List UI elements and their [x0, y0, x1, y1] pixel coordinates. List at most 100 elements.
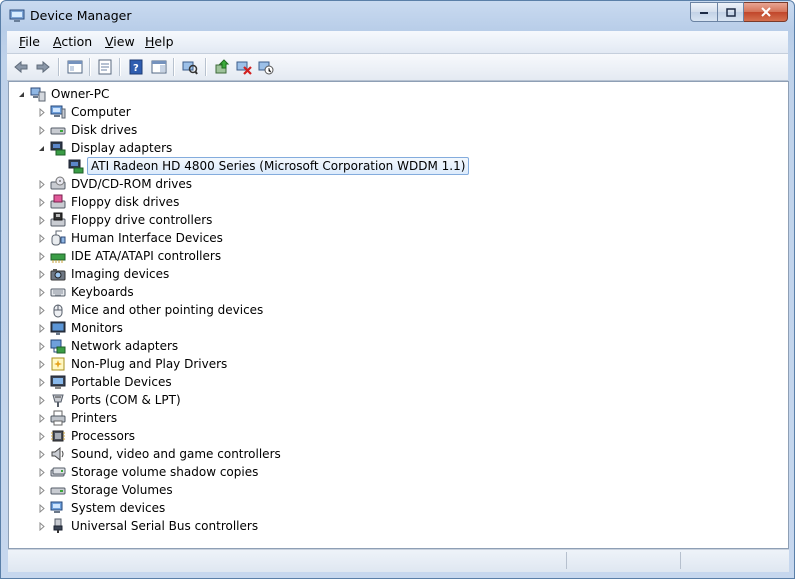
tree-item-storage-volumes[interactable]: Storage Volumes [37, 481, 175, 499]
category-label: Portable Devices [71, 375, 172, 389]
tree-item-display-adapters[interactable]: Display adapters [37, 139, 174, 157]
hid-icon [50, 230, 69, 246]
expand-toggle[interactable] [37, 449, 46, 459]
tree-item-imaging-devices[interactable]: Imaging devices [37, 265, 171, 283]
category-label: Ports (COM & LPT) [71, 393, 181, 407]
tree-item-portable-devices[interactable]: Portable Devices [37, 373, 174, 391]
close-button[interactable] [744, 2, 788, 22]
expand-toggle[interactable] [37, 431, 46, 441]
properties-icon [98, 59, 112, 75]
tree-item-ide-ata-atapi-controllers[interactable]: IDE ATA/ATAPI controllers [37, 247, 223, 265]
svg-text:?: ? [133, 63, 139, 74]
expand-toggle[interactable] [37, 251, 46, 261]
expand-toggle[interactable] [37, 395, 46, 405]
menu-view[interactable]: View [103, 34, 137, 49]
expand-toggle[interactable] [37, 269, 46, 279]
expand-toggle[interactable] [37, 287, 46, 297]
tree-item-keyboards[interactable]: Keyboards [37, 283, 136, 301]
tree-item-ports-com-lpt[interactable]: Ports (COM & LPT) [37, 391, 183, 409]
expand-toggle[interactable] [37, 179, 46, 189]
tree-item-disk-drives[interactable]: Disk drives [37, 121, 139, 139]
uninstall-button[interactable] [234, 57, 254, 77]
update-driver-button[interactable] [212, 57, 232, 77]
tree-item-monitors[interactable]: Monitors [37, 319, 125, 337]
properties-button[interactable] [95, 57, 115, 77]
tree-item-floppy-disk-drives[interactable]: Floppy disk drives [37, 193, 181, 211]
expand-toggle[interactable] [37, 305, 46, 315]
tree-item-universal-serial-bus-controllers[interactable]: Universal Serial Bus controllers [37, 517, 260, 535]
status-bar [8, 549, 789, 572]
minimize-icon [700, 12, 708, 14]
expand-toggle[interactable] [37, 107, 46, 117]
tree-item-device[interactable]: ATI Radeon HD 4800 Series (Microsoft Cor… [55, 157, 470, 175]
expand-toggle[interactable] [37, 503, 46, 513]
tree-item-human-interface-devices[interactable]: Human Interface Devices [37, 229, 225, 247]
help-button[interactable]: ? [126, 57, 146, 77]
expand-toggle[interactable] [37, 485, 46, 495]
title-bar[interactable]: Device Manager [1, 1, 794, 31]
expand-toggle[interactable] [37, 359, 46, 369]
expand-toggle[interactable] [37, 215, 46, 225]
expand-toggle[interactable] [37, 197, 46, 207]
tree-item-system-devices[interactable]: System devices [37, 499, 167, 517]
keyboard-icon [50, 284, 69, 300]
tree-item-sound-video-and-game-controllers[interactable]: Sound, video and game controllers [37, 445, 283, 463]
expand-toggle[interactable] [37, 413, 46, 423]
expand-toggle[interactable] [37, 521, 46, 531]
tree-item-printers[interactable]: Printers [37, 409, 119, 427]
menu-file[interactable]: File [17, 34, 42, 49]
expand-toggle[interactable] [37, 233, 46, 243]
expand-toggle[interactable] [37, 377, 46, 387]
category-label: Printers [71, 411, 118, 425]
menu-view-label: iew [113, 34, 135, 49]
category-label: Monitors [71, 321, 123, 335]
portable-device-icon [50, 374, 69, 390]
action-pane-icon [151, 60, 167, 74]
tree-root-node[interactable]: Owner-PC [17, 85, 111, 103]
menu-help[interactable]: Help [143, 34, 176, 49]
forward-button[interactable] [33, 57, 53, 77]
speaker-icon [50, 446, 69, 462]
tree-item-computer[interactable]: Computer [37, 103, 133, 121]
scan-hardware-icon [182, 61, 198, 75]
expand-toggle[interactable] [37, 467, 46, 477]
category-label: Storage Volumes [71, 483, 173, 497]
processor-icon [50, 428, 69, 444]
floppy-controller-icon [50, 212, 69, 228]
disable-icon [258, 61, 274, 75]
tree-item-storage-volume-shadow-copies[interactable]: Storage volume shadow copies [37, 463, 260, 481]
category-label: Non-Plug and Play Drivers [71, 357, 228, 371]
disk-drive-icon [50, 122, 69, 138]
maximize-icon [725, 7, 736, 17]
menu-action[interactable]: Action [51, 34, 94, 49]
maximize-button[interactable] [718, 2, 744, 22]
minimize-button[interactable] [690, 2, 718, 22]
collapse-toggle[interactable] [17, 90, 26, 99]
expand-toggle[interactable] [37, 323, 46, 333]
show-hide-console-tree-button[interactable] [65, 57, 85, 77]
port-icon [50, 392, 69, 408]
category-label: Disk drives [71, 123, 138, 137]
tree-item-network-adapters[interactable]: Network adapters [37, 337, 180, 355]
display-adapter-icon [68, 158, 87, 174]
disable-button[interactable] [256, 57, 276, 77]
usb-icon [50, 518, 69, 534]
tree-item-processors[interactable]: Processors [37, 427, 137, 445]
tree-item-dvd-cd-rom-drives[interactable]: DVD/CD-ROM drives [37, 175, 194, 193]
tree-item-mice-and-other-pointing-devices[interactable]: Mice and other pointing devices [37, 301, 265, 319]
expand-toggle[interactable] [37, 125, 46, 135]
menu-help-label: elp [154, 34, 174, 49]
show-action-pane-button[interactable] [149, 57, 169, 77]
scan-hardware-changes-button[interactable] [180, 57, 200, 77]
device-tree[interactable]: Owner-PC Computer Disk drives Display adapt… [8, 81, 789, 549]
menu-help-accesskey: H [145, 34, 155, 49]
category-label: Sound, video and game controllers [71, 447, 281, 461]
collapse-toggle[interactable] [37, 144, 46, 153]
expand-toggle[interactable] [37, 341, 46, 351]
tree-item-floppy-drive-controllers[interactable]: Floppy drive controllers [37, 211, 214, 229]
category-label: IDE ATA/ATAPI controllers [71, 249, 222, 263]
tree-item-non-plug-and-play-drivers[interactable]: Non-Plug and Play Drivers [37, 355, 229, 373]
forward-arrow-icon [36, 60, 50, 74]
back-button[interactable] [11, 57, 31, 77]
